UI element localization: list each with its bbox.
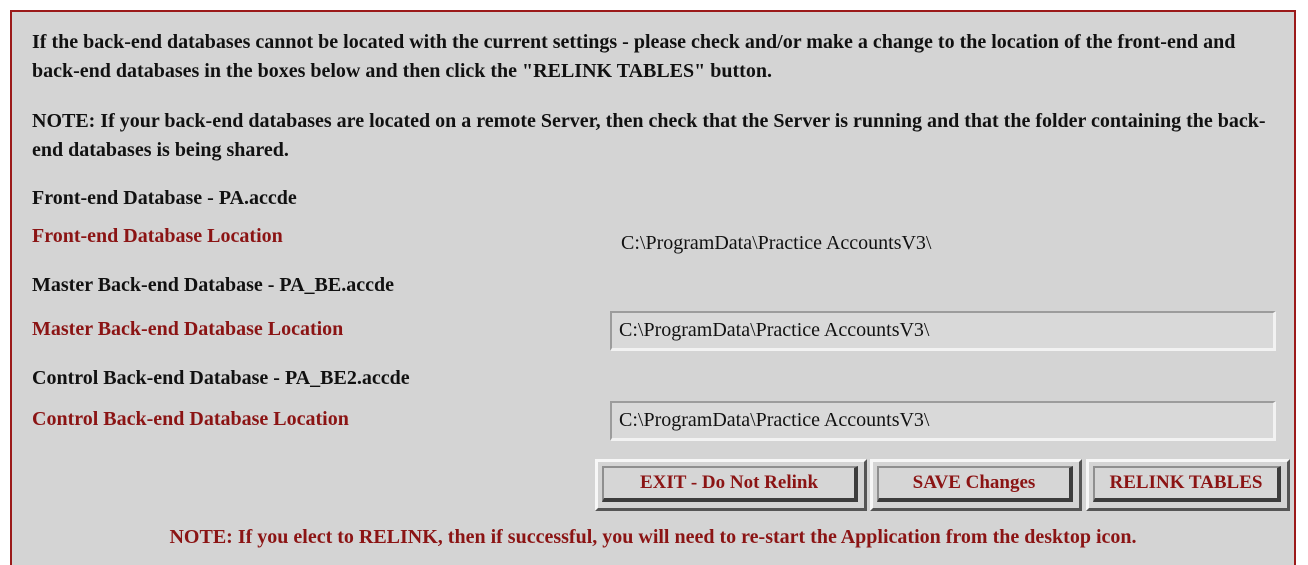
save-button-label: SAVE Changes — [877, 466, 1073, 502]
remote-server-note: NOTE: If your back-end databases are loc… — [32, 110, 1266, 161]
front-end-db-label: Front-end Database - PA.accde — [32, 187, 297, 209]
front-end-location-label: Front-end Database Location — [32, 225, 283, 247]
relink-tables-button[interactable]: RELINK TABLES — [1086, 459, 1290, 511]
master-back-end-db-label: Master Back-end Database - PA_BE.accde — [32, 274, 394, 296]
relink-button-label: RELINK TABLES — [1093, 466, 1281, 502]
control-back-end-location-label: Control Back-end Database Location — [32, 408, 349, 430]
control-back-end-db-label: Control Back-end Database - PA_BE2.accde — [32, 367, 410, 389]
master-back-end-location-field[interactable]: C:\ProgramData\Practice AccountsV3\ — [610, 311, 1276, 351]
save-changes-button[interactable]: SAVE Changes — [870, 459, 1082, 511]
front-end-location-value: C:\ProgramData\Practice AccountsV3\ — [621, 232, 932, 254]
relink-panel: If the back-end databases cannot be loca… — [10, 10, 1296, 565]
master-back-end-location-label: Master Back-end Database Location — [32, 318, 344, 340]
control-back-end-location-field[interactable]: C:\ProgramData\Practice AccountsV3\ — [610, 401, 1276, 441]
intro-instructions: If the back-end databases cannot be loca… — [32, 31, 1236, 82]
exit-button-label: EXIT - Do Not Relink — [602, 466, 858, 502]
relink-footer-note: NOTE: If you elect to RELINK, then if su… — [169, 526, 1137, 548]
exit-do-not-relink-button[interactable]: EXIT - Do Not Relink — [595, 459, 867, 511]
